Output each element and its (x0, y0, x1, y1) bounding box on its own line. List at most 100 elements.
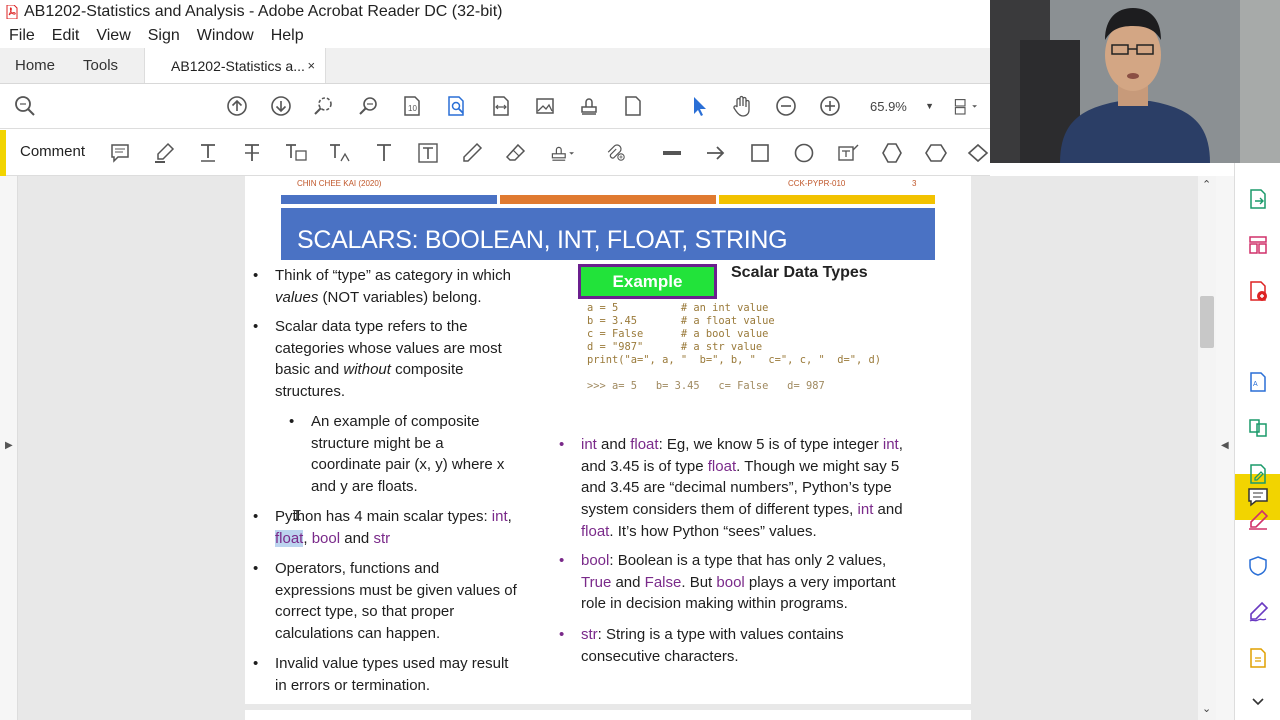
sticky-note-icon[interactable] (108, 141, 132, 165)
text-line: expressions must be given values of (275, 581, 517, 599)
menu-bar: File Edit View Sign Window Help (0, 24, 990, 48)
search-document-icon[interactable] (445, 94, 469, 118)
zoom-search-icon[interactable] (357, 94, 381, 118)
bullet-four-scalar-types: • Python has 4 main scalar types: int, f… (253, 506, 565, 549)
tab-tools[interactable]: Tools (69, 48, 132, 83)
keyword-int: int (491, 508, 508, 525)
page-numbers-icon[interactable]: 10 (400, 94, 424, 118)
replace-text-icon[interactable] (284, 141, 308, 165)
pdf-page: CHIN CHEE KAI (2020) CCK-PYPR-010 3 SCAL… (245, 176, 971, 704)
expand-pane-icon[interactable] (1246, 690, 1270, 714)
sign-icon[interactable] (1246, 600, 1270, 624)
pencil-icon[interactable] (460, 141, 484, 165)
tab-home-label: Home (15, 57, 56, 74)
polygon-tool-icon[interactable] (880, 141, 904, 165)
keyword-bool: bool (716, 573, 745, 591)
menu-help[interactable]: Help (271, 27, 304, 45)
code-line: c = False # a bool value (587, 328, 769, 340)
fit-width-icon[interactable] (489, 94, 513, 118)
insert-text-icon[interactable] (328, 141, 352, 165)
menu-window[interactable]: Window (197, 27, 254, 45)
attach-file-icon[interactable] (605, 141, 629, 165)
zoom-out-icon[interactable] (774, 94, 798, 118)
add-text-icon[interactable] (372, 141, 396, 165)
text-line: str: String is a type with values contai… (581, 624, 951, 646)
select-arrow-icon[interactable] (686, 94, 710, 118)
hand-tool-icon[interactable] (730, 94, 754, 118)
code-output: >>> a= 5 b= 3.45 c= False d= 987 (587, 380, 825, 392)
highlight-icon[interactable] (152, 141, 176, 165)
search-icon[interactable] (13, 94, 37, 118)
tab-document[interactable]: AB1202-Statistics a... × (144, 48, 327, 83)
tab-home[interactable]: Home (0, 48, 69, 83)
main-toolbar: 10 65.9% ▼ (0, 84, 990, 129)
create-pdf-icon[interactable] (1246, 279, 1270, 303)
next-pdf-page (245, 710, 971, 720)
text-line: values (NOT variables) belong. (275, 287, 565, 309)
comment-tool-icon[interactable] (1246, 485, 1270, 509)
keyword-float: float (581, 522, 610, 540)
keyword-true: True (581, 573, 612, 591)
protect-icon[interactable] (1246, 554, 1270, 578)
scroll-up-icon[interactable]: ⌃ (1202, 178, 1211, 191)
edit-pdf-icon[interactable] (1246, 462, 1270, 486)
text-callout-icon[interactable] (836, 141, 860, 165)
text-run: and (873, 501, 903, 519)
keyword-bool: bool (581, 552, 610, 569)
window-title: AB1202-Statistics and Analysis - Adobe A… (24, 3, 503, 20)
page-display-icon[interactable] (953, 94, 977, 118)
line-tool-icon[interactable] (660, 141, 684, 165)
polyline-tool-icon[interactable] (966, 141, 990, 165)
text-run: and 3.45 is of type (581, 457, 708, 475)
vertical-scrollbar[interactable]: ⌃ ⌄ (1198, 176, 1216, 720)
export-pdf-icon[interactable] (1246, 187, 1270, 211)
expand-left-icon[interactable]: ▶ (5, 440, 13, 451)
fill-sign-icon[interactable] (1246, 508, 1270, 532)
left-panel-toggle[interactable]: ▶ (0, 176, 18, 720)
right-panel-toggle[interactable]: ◀ (1216, 176, 1234, 720)
scan-ocr-icon[interactable]: A (1246, 370, 1270, 394)
keyword-float-selected[interactable]: float (275, 529, 304, 547)
text-line: Think of “type” as category in which (275, 267, 511, 284)
more-tools-icon[interactable] (1246, 646, 1270, 670)
menu-edit[interactable]: Edit (52, 27, 80, 45)
text-box-icon[interactable] (416, 141, 440, 165)
text-run: : Boolean is a type that has only 2 valu… (609, 552, 887, 569)
next-page-icon[interactable] (269, 94, 293, 118)
scrollbar-thumb[interactable] (1200, 296, 1214, 348)
close-tab-icon[interactable]: × (307, 58, 315, 73)
zoom-level-select[interactable]: 65.9% ▼ (862, 93, 940, 119)
previous-page-icon[interactable] (225, 94, 249, 118)
eraser-icon[interactable] (504, 141, 528, 165)
rectangle-tool-icon[interactable] (748, 141, 772, 165)
text-line: role in decision making within programs. (581, 595, 848, 613)
keyword-str: str (581, 626, 598, 643)
oval-tool-icon[interactable] (792, 141, 816, 165)
text-line: and 3.45 is of type float. Though we mig… (581, 456, 951, 478)
keyword-float: float (630, 436, 659, 453)
text-run: plays a very important (744, 573, 896, 591)
combine-files-icon[interactable] (1246, 416, 1270, 440)
menu-file[interactable]: File (9, 27, 35, 45)
stamp-tool-icon[interactable] (550, 141, 574, 165)
pdf-app-icon (6, 4, 18, 20)
zoom-in-icon[interactable] (818, 94, 842, 118)
image-icon[interactable] (533, 94, 557, 118)
blank-page-icon[interactable] (621, 94, 645, 118)
menu-sign[interactable]: Sign (148, 27, 180, 45)
collapse-right-icon[interactable]: ◀ (1221, 440, 1229, 451)
underline-text-icon[interactable] (196, 141, 220, 165)
strikethrough-icon[interactable] (240, 141, 264, 165)
arrow-tool-icon[interactable] (704, 141, 728, 165)
cloud-tool-icon[interactable] (924, 141, 948, 165)
keyword-str: str (373, 529, 391, 547)
find-text-icon[interactable] (312, 94, 336, 118)
text-line: int and float: Eg, we know 5 is of type … (581, 434, 951, 456)
text-emphasis: values (275, 288, 319, 306)
scroll-down-icon[interactable]: ⌄ (1202, 702, 1211, 715)
text-line: categories whose values are most (275, 339, 502, 357)
stamp-icon[interactable] (577, 94, 601, 118)
organize-pages-icon[interactable] (1246, 233, 1270, 257)
text-line: basic and without composite (275, 359, 565, 381)
menu-view[interactable]: View (96, 27, 130, 45)
